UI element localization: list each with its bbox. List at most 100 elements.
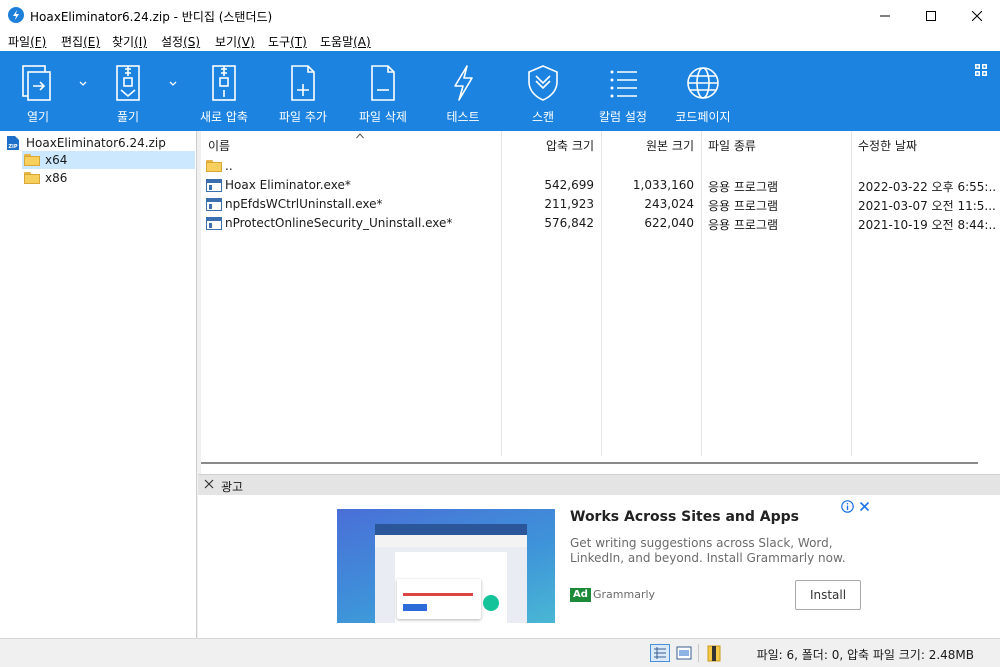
ad-panel[interactable]: Works Across Sites and Apps Get writing … (198, 495, 1000, 638)
original-size: 243,024 (644, 197, 694, 211)
packed-size: 576,842 (544, 216, 594, 230)
ad-description: Get writing suggestions across Slack, Wo… (570, 536, 846, 565)
column-header-file-type[interactable]: 파일 종류 (708, 131, 848, 158)
menu-file[interactable]: 파일(F) (8, 33, 46, 50)
exe-file-icon (206, 198, 222, 211)
table-row[interactable]: Hoax Eliminator.exe* 542,699 1,033,160 응… (201, 176, 1000, 195)
folder-icon (24, 154, 40, 166)
tree-node-label: x64 (45, 153, 68, 167)
toolbar: 열기 풀기 새로 압축 파일 추가 파일 삭제 테스트 스캔 칼럼 설정 코드페… (0, 51, 1000, 131)
open-dropdown-icon[interactable] (77, 77, 89, 89)
ad-header: 광고 (198, 474, 1000, 495)
tree-root-label: HoaxEliminator6.24.zip (26, 136, 166, 150)
menu-settings[interactable]: 설정(S) (161, 33, 200, 50)
codepage-button[interactable]: 코드페이지 (670, 51, 736, 131)
maximize-icon (926, 10, 936, 21)
tree-node-label: x86 (45, 171, 68, 185)
packed-size: 542,699 (544, 178, 594, 192)
exe-file-icon (206, 179, 222, 192)
shield-icon (528, 65, 558, 101)
tree-root-archive[interactable]: ZIP HoaxEliminator6.24.zip (5, 135, 166, 151)
ad-tag-badge: Ad (570, 588, 591, 602)
ad-image[interactable] (337, 509, 555, 623)
sort-ascending-icon (356, 133, 364, 139)
parent-folder-row[interactable]: .. (201, 157, 1000, 176)
exe-file-icon (206, 217, 222, 230)
menu-find[interactable]: 찾기(I) (112, 33, 147, 50)
add-file-button[interactable]: 파일 추가 (275, 51, 331, 131)
modified-date: 2021-10-19 오전 8:44:... (858, 218, 996, 232)
tree-node-x86[interactable]: x86 (22, 169, 195, 187)
title-bar: HoaxEliminator6.24.zip - 반디집 (스탠더드) (0, 0, 1000, 31)
extract-dropdown-icon[interactable] (167, 77, 179, 89)
horizontal-scrollbar[interactable] (201, 462, 978, 464)
test-button[interactable]: 테스트 (440, 51, 486, 131)
add-file-icon (291, 65, 315, 101)
extract-icon (116, 65, 140, 101)
folder-icon (24, 172, 40, 184)
preview-view-icon[interactable] (676, 646, 692, 660)
folder-icon (206, 160, 222, 172)
new-archive-button[interactable]: 새로 압축 (196, 51, 252, 131)
archive-lock-icon[interactable] (706, 644, 722, 662)
menu-edit[interactable]: 편집(E) (61, 33, 100, 50)
ad-install-button[interactable]: Install (795, 580, 861, 610)
details-view-icon (654, 647, 666, 659)
file-type: 응용 프로그램 (708, 180, 779, 194)
close-button[interactable] (954, 0, 1000, 31)
zip-file-icon: ZIP (7, 136, 19, 150)
original-size: 622,040 (644, 216, 694, 230)
modified-date: 2021-03-07 오전 11:5... (858, 199, 996, 213)
column-settings-button[interactable]: 칼럼 설정 (595, 51, 651, 131)
ad-header-label: 광고 (221, 480, 244, 494)
scan-button[interactable]: 스캔 (520, 51, 566, 131)
open-archive-icon (22, 65, 51, 101)
column-header-packed-size[interactable]: 압축 크기 (501, 131, 600, 158)
minimize-button[interactable] (862, 0, 908, 31)
table-row[interactable]: nProtectOnlineSecurity_Uninstall.exe* 57… (201, 214, 1000, 233)
open-button[interactable]: 열기 (18, 51, 58, 131)
layout-grid-icon[interactable] (974, 63, 988, 77)
menu-view[interactable]: 보기(V) (215, 33, 255, 50)
file-list: 이름 압축 크기 원본 크기 파일 종류 수정한 날짜 .. Hoax Elim… (201, 131, 1000, 474)
delete-file-button[interactable]: 파일 삭제 (355, 51, 411, 131)
status-divider (698, 644, 699, 662)
file-name: Hoax Eliminator.exe* (225, 178, 351, 192)
folder-tree: ZIP HoaxEliminator6.24.zip x64 x86 (0, 131, 197, 638)
menu-bar: 파일(F) 편집(E) 찾기(I) 설정(S) 보기(V) 도구(T) 도움말(… (0, 31, 1000, 51)
table-row[interactable]: npEfdsWCtrlUninstall.exe* 211,923 243,02… (201, 195, 1000, 214)
status-bar: 파일: 6, 폴더: 0, 압축 파일 크기: 2.48MB (0, 638, 1000, 667)
file-name: nProtectOnlineSecurity_Uninstall.exe* (225, 216, 453, 230)
window-title: HoaxEliminator6.24.zip - 반디집 (스탠더드) (30, 10, 273, 24)
ad-info-icon[interactable] (841, 500, 854, 513)
column-header-name[interactable]: 이름 (208, 131, 501, 158)
extract-button[interactable]: 풀기 (108, 51, 148, 131)
menu-help[interactable]: 도움말(A) (320, 33, 371, 50)
ad-brand: Grammarly (593, 588, 656, 601)
status-text: 파일: 6, 폴더: 0, 압축 파일 크기: 2.48MB (756, 648, 974, 662)
column-header-original-size[interactable]: 원본 크기 (601, 131, 700, 158)
ad-title[interactable]: Works Across Sites and Apps (570, 509, 799, 525)
details-view-button[interactable] (650, 644, 670, 662)
tree-node-x64[interactable]: x64 (22, 151, 195, 169)
modified-date: 2022-03-22 오후 6:55:... (858, 180, 996, 194)
maximize-button[interactable] (908, 0, 954, 31)
grammarly-logo-icon (483, 595, 499, 611)
packed-size: 211,923 (544, 197, 594, 211)
column-header-modified[interactable]: 수정한 날짜 (858, 131, 998, 158)
minimize-icon (880, 15, 890, 16)
new-archive-icon (212, 65, 236, 101)
list-columns-icon (610, 70, 637, 98)
file-name: npEfdsWCtrlUninstall.exe* (225, 197, 383, 211)
original-size: 1,033,160 (632, 178, 694, 192)
delete-file-icon (371, 65, 395, 101)
svg-text:ZIP: ZIP (8, 144, 17, 150)
menu-tools[interactable]: 도구(T) (268, 33, 307, 50)
ad-dismiss-icon[interactable] (859, 501, 870, 512)
globe-icon (687, 67, 719, 99)
lightning-icon (454, 65, 473, 101)
file-type: 응용 프로그램 (708, 218, 779, 232)
close-icon (972, 10, 982, 21)
bandizip-app-icon (8, 7, 24, 23)
ad-close-icon[interactable] (203, 478, 215, 490)
